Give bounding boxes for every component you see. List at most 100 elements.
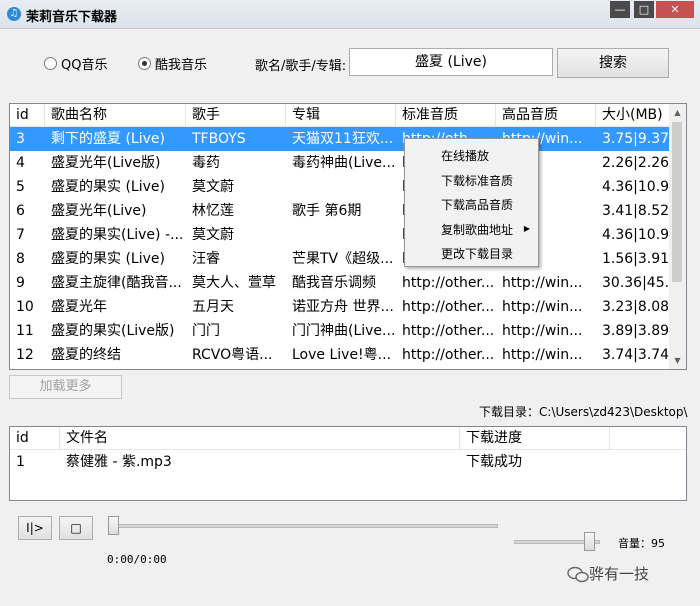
table-row[interactable]: 5盛夏的果实 (Live)莫文蔚h4.36|10.91 xyxy=(10,175,670,199)
table-cell: 盛夏的果实(Live版) xyxy=(51,323,175,339)
table-cell: http://win... xyxy=(502,323,583,339)
table-cell: 3.74|3.74 xyxy=(602,347,670,363)
column-header[interactable]: id xyxy=(10,104,45,126)
table-cell: http://other... xyxy=(402,323,495,339)
volume-label: 音量： xyxy=(618,537,651,550)
column-header[interactable]: 歌曲名称 xyxy=(45,104,186,126)
radio-label: 酷我音乐 xyxy=(155,58,208,73)
table-cell: 12 xyxy=(16,347,34,363)
progress-slider-thumb[interactable] xyxy=(108,516,119,535)
table-row[interactable]: 6盛夏光年(Live)林忆莲歌手 第6期h3.41|8.52 xyxy=(10,199,670,223)
table-row[interactable]: 3剩下的盛夏 (Live)TFBOYS天猫双11狂欢...http://oth.… xyxy=(10,127,670,151)
table-cell: 1 xyxy=(16,454,25,470)
table-cell: 林忆莲 xyxy=(192,203,234,219)
context-menu-item[interactable]: 更改下载目录 xyxy=(441,242,513,266)
play-pause-button[interactable]: I|> xyxy=(18,516,52,540)
title-bar: ♫ 茉莉音乐下载器 — □ ✕ xyxy=(0,0,700,29)
maximize-button[interactable]: □ xyxy=(634,1,654,18)
context-menu-item[interactable]: 在线播放 xyxy=(441,144,489,168)
radio-kuwo-music[interactable]: 酷我音乐 xyxy=(138,54,207,73)
column-header[interactable]: 标准音质 xyxy=(396,104,496,126)
table-cell: 8 xyxy=(16,251,25,267)
downloads-list[interactable]: id 文件名 下载进度 1 蔡健雅 - 紫.mp3 下载成功 xyxy=(9,426,687,501)
search-button[interactable]: 搜索 xyxy=(557,48,669,78)
table-cell: 11 xyxy=(16,323,34,339)
close-button[interactable]: ✕ xyxy=(656,1,694,18)
column-header[interactable]: 文件名 xyxy=(60,427,460,449)
table-cell: 盛夏主旋律(酷我音... xyxy=(51,275,182,291)
context-menu-item[interactable]: 下载高品音质 xyxy=(441,193,513,217)
search-input[interactable] xyxy=(349,48,553,76)
table-cell: http://win... xyxy=(502,275,583,291)
downloads-header: id 文件名 下载进度 xyxy=(10,427,686,450)
table-cell: 3.23|8.08 xyxy=(602,299,670,315)
scrollbar-thumb[interactable] xyxy=(672,122,682,282)
table-cell xyxy=(286,223,396,247)
table-cell: 9 xyxy=(16,275,25,291)
table-cell: 剩下的盛夏 (Live) xyxy=(51,131,165,147)
table-cell: http://other... xyxy=(402,275,495,291)
stop-button[interactable]: □ xyxy=(59,516,93,540)
minimize-button[interactable]: — xyxy=(610,1,630,18)
table-cell: 30.36|45... xyxy=(602,275,670,291)
table-row[interactable]: 11 盛夏的果实(Live版) 门门 门门神曲(Live... http://other… xyxy=(10,319,670,343)
load-more-button[interactable]: 加载更多 xyxy=(9,375,122,399)
progress-slider[interactable] xyxy=(108,524,498,528)
music-app-icon: ♫ xyxy=(7,7,21,21)
table-row[interactable]: 7盛夏的果实(Live) -...莫文蔚h4.36|10.91 xyxy=(10,223,670,247)
volume-display: 音量：95 xyxy=(618,535,665,551)
results-list[interactable]: id 歌曲名称 歌手 专辑 标准音质 高品音质 大小(MB) 3 剩下的盛夏 (Live) TF… xyxy=(9,103,687,370)
table-cell: http://win... xyxy=(502,347,583,363)
context-menu-item[interactable]: 下载标准音质 xyxy=(441,169,513,193)
table-cell: http://win... xyxy=(502,299,583,315)
column-header[interactable]: id xyxy=(10,427,60,449)
table-cell: 2.26|2.26 xyxy=(602,155,670,171)
column-header[interactable]: 高品音质 xyxy=(496,104,596,126)
table-row[interactable]: 4盛夏光年(Live版)毒药毒药神曲(Live...h2.26|2.26 xyxy=(10,151,670,175)
results-header: id 歌曲名称 歌手 专辑 标准音质 高品音质 大小(MB) xyxy=(10,104,670,127)
column-header[interactable]: 下载进度 xyxy=(460,427,610,449)
table-cell: RCVO粤语... xyxy=(192,347,273,363)
table-cell: 蔡健雅 - 紫.mp3 xyxy=(66,454,172,470)
table-row[interactable]: 1 蔡健雅 - 紫.mp3 下载成功 xyxy=(10,450,686,474)
table-cell: http://other... xyxy=(402,299,495,315)
volume-slider-thumb[interactable] xyxy=(584,532,596,551)
table-row[interactable]: 10 盛夏光年 五月天 诺亚方舟 世界... http://other... http:/… xyxy=(10,295,670,319)
table-cell: 盛夏的终结 xyxy=(51,347,121,363)
table-cell: 诺亚方舟 世界... xyxy=(292,299,394,315)
table-cell: 歌手 第6期 xyxy=(292,203,362,219)
table-row[interactable]: 12 盛夏的终结 RCVO粤语... Love Live!粤... http://oth… xyxy=(10,343,670,367)
table-cell: 5 xyxy=(16,179,25,195)
table-cell: 天猫双11狂欢... xyxy=(292,131,394,147)
table-row[interactable]: 9 盛夏主旋律(酷我音... 莫大人、萱草 酷我音乐调频 http://other...… xyxy=(10,271,670,295)
submenu-arrow-icon: ▶ xyxy=(523,223,530,233)
table-cell: 毒药神曲(Live... xyxy=(292,155,396,171)
table-cell: 芒果TV《超级... xyxy=(292,251,394,267)
table-cell: 盛夏的果实(Live) -... xyxy=(51,227,184,243)
table-cell: 毒药 xyxy=(192,155,220,171)
column-header[interactable]: 大小(MB) xyxy=(596,104,670,126)
download-directory-path: C:\Users\zd423\Desktop\ xyxy=(539,405,688,419)
table-cell: Love Live!粤... xyxy=(292,347,392,363)
time-display: 0:00/0:00 xyxy=(107,553,167,566)
table-cell xyxy=(286,175,396,199)
table-cell: 3.75|9.37 xyxy=(602,131,670,147)
table-cell: 1.56|3.91 xyxy=(602,251,670,267)
column-header[interactable]: 歌手 xyxy=(186,104,286,126)
search-label: 歌名/歌手/专辑: xyxy=(255,59,347,74)
table-cell: 3.89|3.89 xyxy=(602,323,670,339)
table-row[interactable]: 8盛夏的果实 (Live)汪睿芒果TV《超级...h1.56|3.91 xyxy=(10,247,670,271)
scroll-down-arrow-icon[interactable]: ▼ xyxy=(669,352,686,369)
column-header[interactable]: 专辑 xyxy=(286,104,396,126)
table-cell: 汪睿 xyxy=(192,251,220,267)
table-cell: 盛夏光年(Live版) xyxy=(51,155,161,171)
scroll-up-arrow-icon[interactable]: ▲ xyxy=(669,104,686,121)
radio-dot xyxy=(44,57,57,70)
radio-qq-music[interactable]: QQ音乐 xyxy=(44,54,107,73)
context-menu-item[interactable]: 复制歌曲地址 xyxy=(441,218,513,242)
table-cell: 4.36|10.91 xyxy=(602,227,670,243)
vertical-scrollbar[interactable]: ▲ ▼ xyxy=(669,104,686,369)
table-cell: 4 xyxy=(16,155,25,171)
table-cell: 下载成功 xyxy=(466,454,522,470)
table-cell: 盛夏的果实 (Live) xyxy=(51,179,165,195)
